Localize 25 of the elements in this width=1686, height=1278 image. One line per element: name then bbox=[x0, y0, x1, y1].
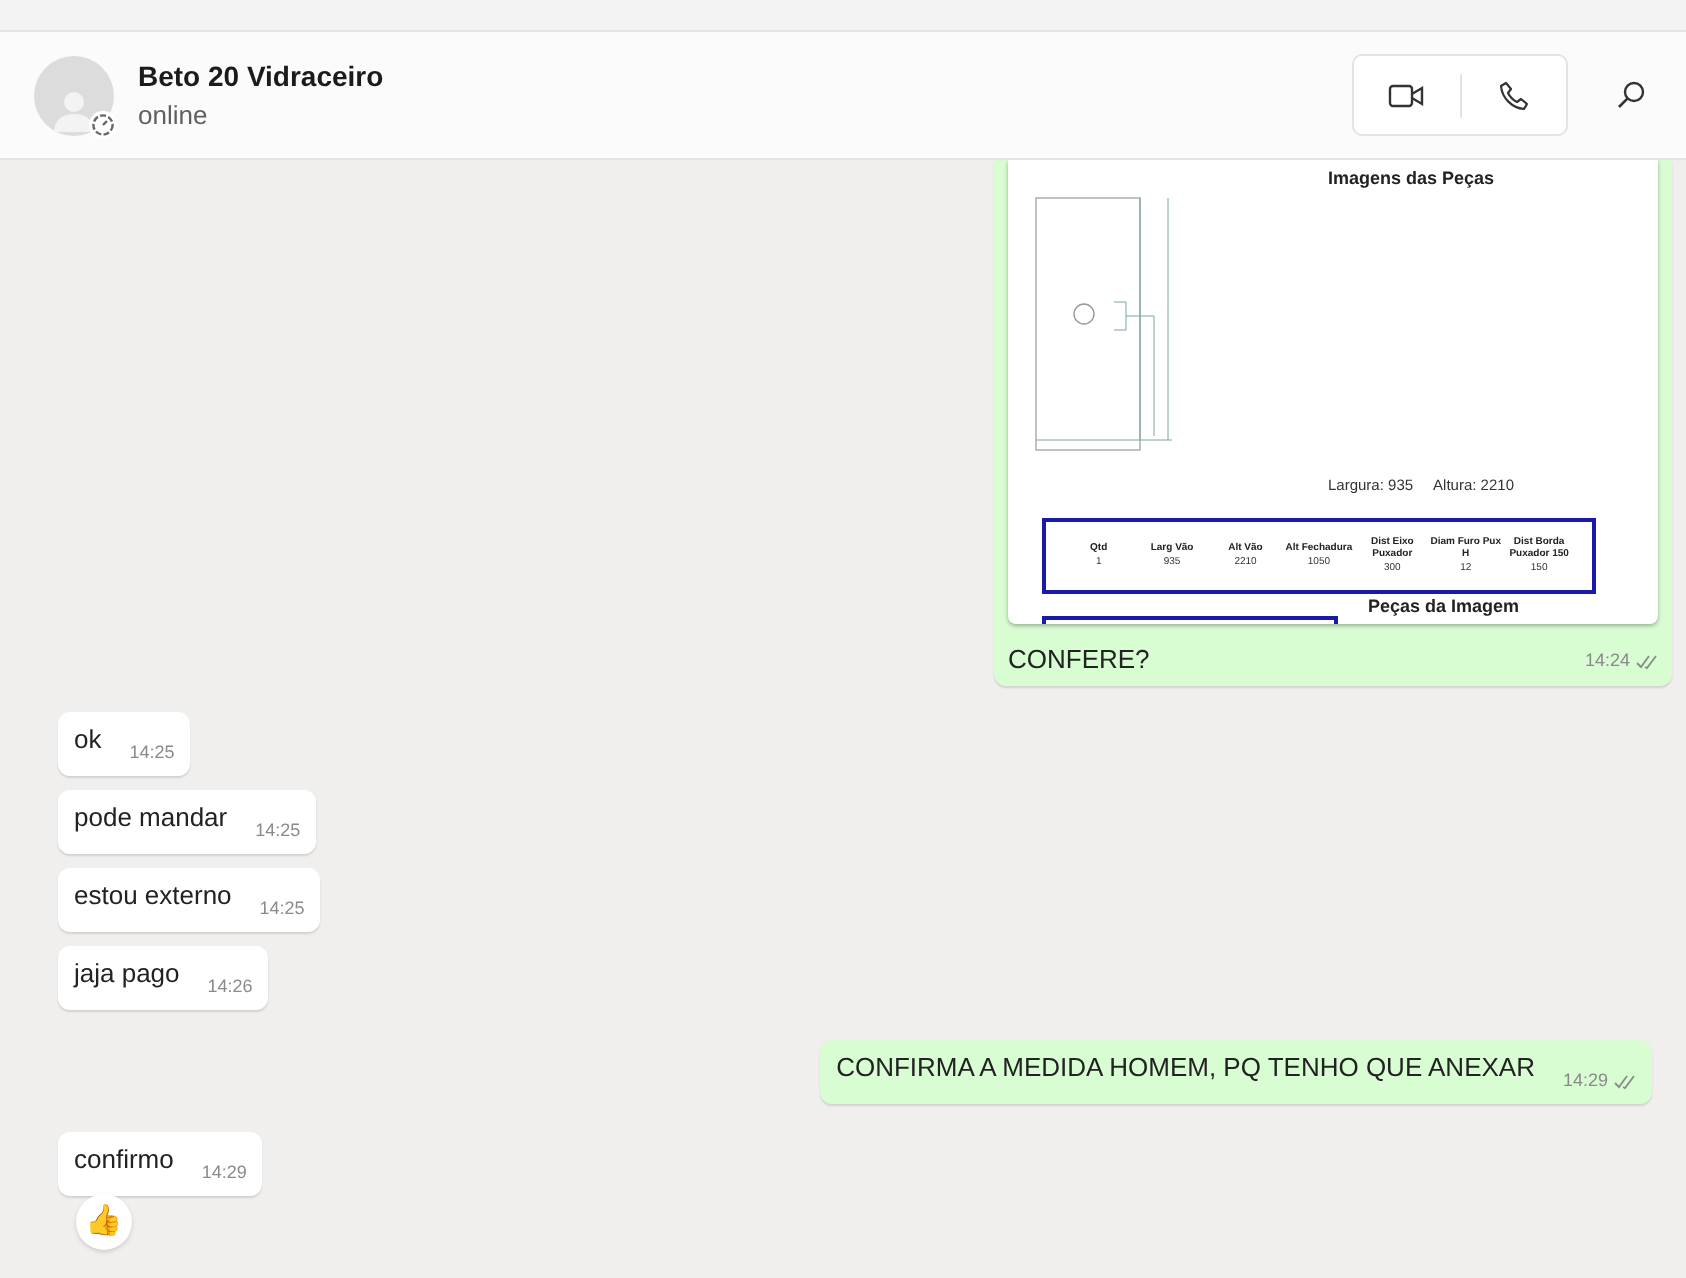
document-title: Imagens das Peças bbox=[1328, 166, 1495, 192]
section-title: Peças da Imagem bbox=[1368, 594, 1520, 620]
search-icon bbox=[1615, 80, 1645, 110]
message-text: jaja pago bbox=[74, 956, 180, 993]
message-time: 14:25 bbox=[259, 896, 305, 922]
contact-name: Beto 20 Vidraceiro bbox=[138, 57, 384, 93]
message-time: 14:25 bbox=[255, 818, 301, 844]
message-time: 14:29 bbox=[201, 1160, 247, 1186]
message-time: 14:29 bbox=[1562, 1068, 1608, 1094]
message-text: ok bbox=[74, 722, 102, 759]
message-text: confirmo bbox=[74, 1142, 174, 1179]
message-text: pode mandar bbox=[74, 800, 228, 837]
reaction-emoji: 👍 bbox=[76, 1193, 132, 1249]
phone-icon bbox=[1497, 79, 1530, 111]
message-text: estou externo bbox=[74, 878, 232, 915]
message-time: 14:26 bbox=[207, 974, 253, 1000]
message-text: CONFIRMA A MEDIDA HOMEM, PQ TENHO QUE ANEXAR bbox=[836, 1050, 1535, 1087]
double-check-icon bbox=[1614, 1073, 1636, 1090]
presence-status: online bbox=[138, 97, 210, 133]
message-time: 14:25 bbox=[129, 740, 175, 766]
status-ring-icon bbox=[88, 109, 118, 139]
message-text: CONFERE? bbox=[1008, 643, 1150, 675]
double-check-icon bbox=[1636, 653, 1658, 670]
message-time: 14:24 bbox=[1584, 648, 1630, 674]
video-camera-icon bbox=[1388, 81, 1425, 109]
